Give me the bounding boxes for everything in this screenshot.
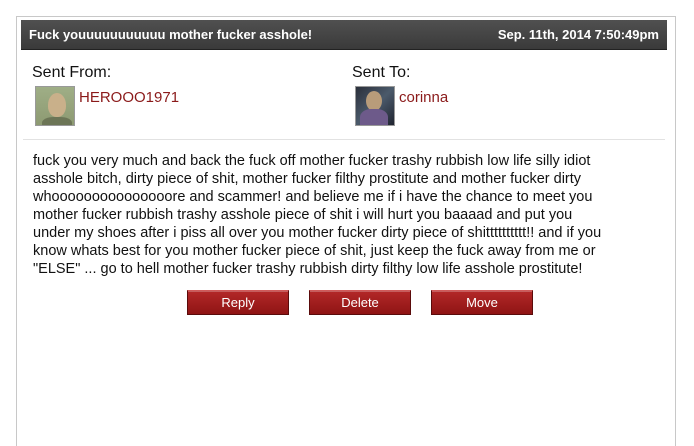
recipient-user: corinna [352, 86, 448, 126]
message-line: under my shoes after i piss all over you… [33, 225, 602, 241]
message-line: fuck you very much and back the fuck off… [33, 153, 591, 169]
sender-block: Sent From: HEROOO1971 [32, 64, 179, 126]
message-subject: Fuck youuuuuuuuuuu mother fucker asshole… [29, 27, 313, 42]
message-line: "ELSE" ... go to hell mother fucker tras… [33, 261, 583, 277]
reply-button[interactable]: Reply [187, 290, 289, 315]
sender-username-link[interactable]: HEROOO1971 [79, 89, 179, 106]
message-line: mother fucker rubbish trashy asshole pie… [33, 207, 573, 223]
message-actions: Reply Delete Move [187, 290, 533, 315]
sender-avatar[interactable] [35, 86, 75, 126]
sent-from-label: Sent From: [32, 64, 112, 81]
message-header: Fuck youuuuuuuuuuu mother fucker asshole… [21, 20, 667, 50]
message-panel: Fuck youuuuuuuuuuu mother fucker asshole… [16, 16, 676, 446]
message-date: Sep. 11th, 2014 7:50:49pm [497, 27, 659, 42]
sender-user: HEROOO1971 [32, 86, 179, 126]
message-body: fuck you very much and back the fuck off… [33, 152, 673, 278]
message-line: asshole bitch, dirty piece of shit, moth… [33, 171, 582, 187]
message-line: know whats best for you mother fucker pi… [33, 243, 596, 259]
sent-to-label: Sent To: [352, 64, 411, 81]
recipient-username-link[interactable]: corinna [399, 89, 448, 106]
divider [23, 139, 665, 140]
recipient-avatar[interactable] [355, 86, 395, 126]
recipient-block: Sent To: corinna [352, 64, 448, 126]
move-button[interactable]: Move [431, 290, 533, 315]
delete-button[interactable]: Delete [309, 290, 411, 315]
message-line: whooooooooooooooore and scammer! and bel… [33, 189, 593, 205]
